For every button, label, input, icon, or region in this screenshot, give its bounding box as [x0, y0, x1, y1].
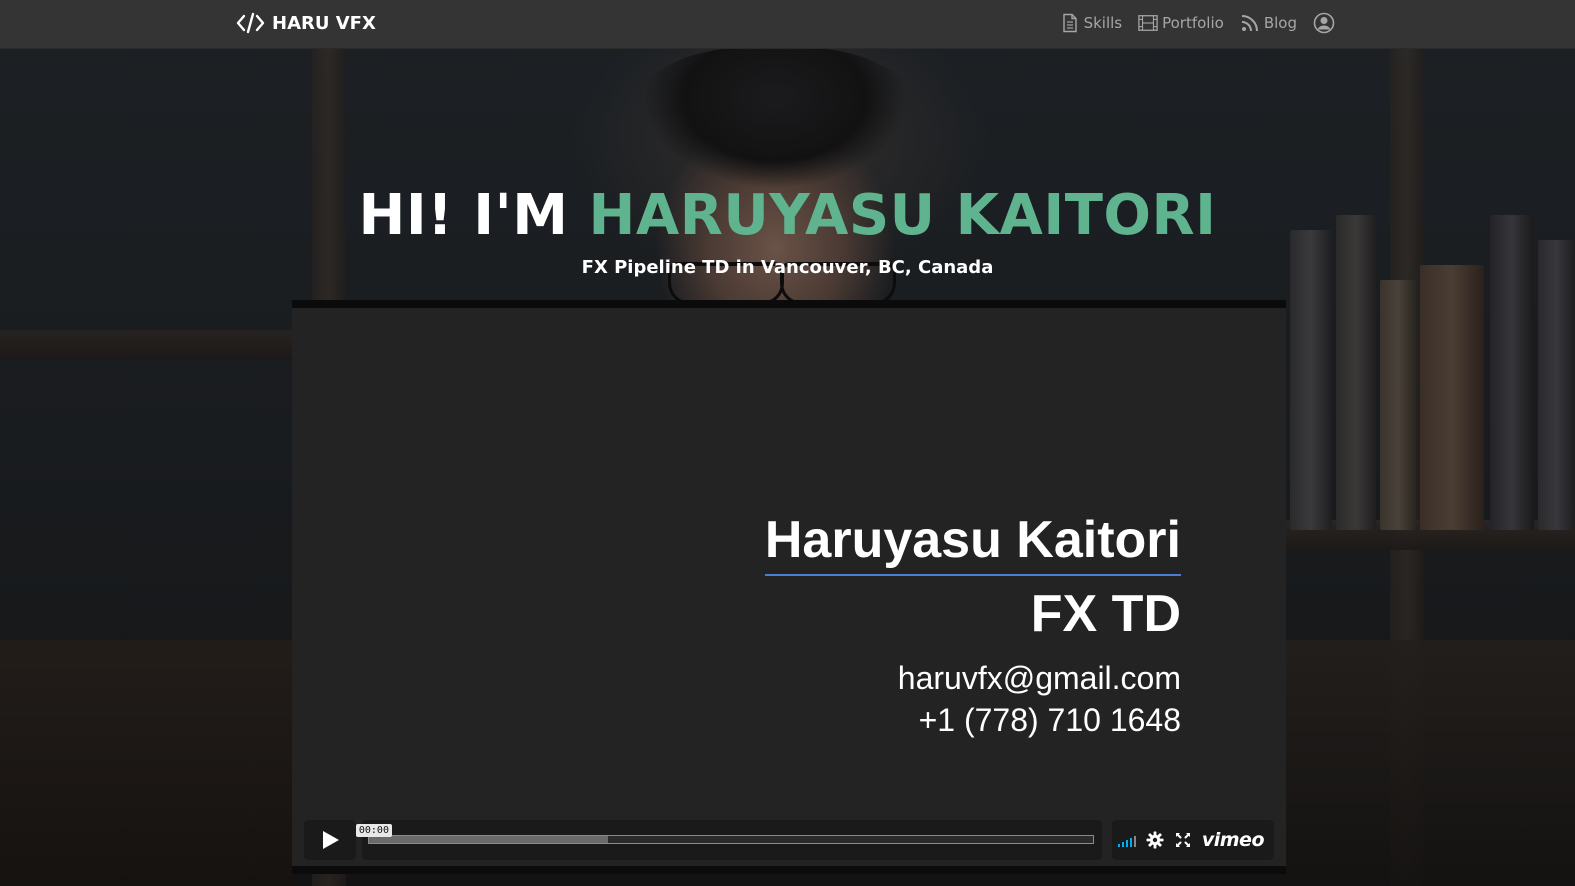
page: HARU VFX Skills Portfolio Blog HI! I'M H… — [0, 0, 1575, 886]
card-role: FX TD — [1030, 585, 1181, 643]
background-book — [1538, 240, 1575, 530]
card-phone: +1 (778) 710 1648 — [918, 702, 1181, 738]
background-book — [1380, 280, 1416, 530]
player-controls: 00:00 vimeo — [304, 820, 1274, 860]
user-circle-icon — [1313, 12, 1335, 34]
player-right-controls: vimeo — [1111, 820, 1274, 860]
code-icon — [236, 12, 265, 34]
progress-loaded — [368, 836, 608, 843]
play-button[interactable] — [304, 820, 356, 860]
video-player[interactable]: Haruyasu Kaitori FX TD haruvfx@gmail.com… — [292, 300, 1286, 874]
film-icon — [1138, 15, 1158, 31]
nav-link-blog[interactable]: Blog — [1240, 13, 1297, 33]
nav-link-label: Portfolio — [1162, 14, 1224, 32]
background-shelf — [0, 640, 292, 886]
rss-icon — [1241, 15, 1258, 32]
background-book — [1420, 265, 1484, 530]
video-title-card: Haruyasu Kaitori FX TD haruvfx@gmail.com… — [764, 508, 1181, 740]
play-icon — [322, 831, 339, 849]
hero-greeting: HI! I'M — [358, 183, 589, 248]
settings-gear-icon[interactable] — [1146, 831, 1164, 849]
nav-link-skills[interactable]: Skills — [1060, 13, 1123, 33]
hero-name: HARUYASU KAITORI — [588, 183, 1217, 248]
background-shelf — [1286, 640, 1575, 886]
nav-links: Skills Portfolio Blog — [1060, 10, 1335, 36]
user-menu-button[interactable] — [1313, 12, 1335, 34]
nav-link-label: Skills — [1083, 14, 1123, 32]
vimeo-logo[interactable]: vimeo — [1202, 829, 1265, 851]
hero-title: HI! I'M HARUYASU KAITORI — [0, 180, 1575, 252]
brand-label: HARU VFX — [272, 12, 376, 34]
hero-subtitle: FX Pipeline TD in Vancouver, BC, Canada — [581, 257, 994, 278]
fullscreen-icon[interactable] — [1174, 831, 1192, 849]
navbar: HARU VFX Skills Portfolio Blog — [0, 0, 1575, 49]
volume-icon[interactable] — [1112, 833, 1136, 847]
background-shelf — [0, 330, 292, 360]
document-icon — [1062, 13, 1077, 33]
nav-link-portfolio[interactable]: Portfolio — [1138, 13, 1224, 33]
card-email: haruvfx@gmail.com — [897, 660, 1181, 696]
progress-bar[interactable]: 00:00 — [355, 824, 1094, 844]
nav-link-label: Blog — [1263, 14, 1297, 32]
time-display: 00:00 — [355, 824, 392, 837]
brand-link[interactable]: HARU VFX — [236, 10, 376, 36]
card-name: Haruyasu Kaitori — [764, 508, 1181, 576]
progress-area: 00:00 — [355, 820, 1102, 860]
